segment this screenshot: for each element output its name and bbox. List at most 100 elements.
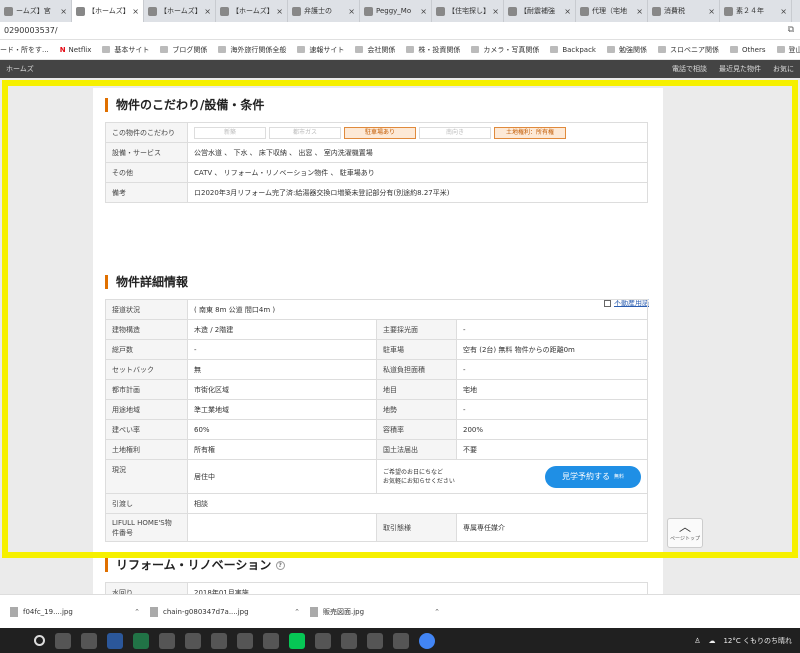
chip-list: 新築 都市ガス 駐車場あり 南向き 土地権利：所有権	[187, 122, 648, 143]
line-icon[interactable]	[289, 632, 305, 649]
contact-note-line: ご希望のお日にちなど	[383, 468, 444, 476]
page-top-button[interactable]: ︿ ページトップ	[667, 518, 703, 548]
bookmark-item[interactable]: 会社関係	[355, 45, 395, 55]
browser-tab[interactable]: 素２４年 ×	[720, 0, 792, 22]
weather-text[interactable]: 12°C くもりのち晴れ	[723, 636, 792, 646]
app-icon[interactable]	[185, 632, 201, 649]
bookmark-label: 株・投資関係	[418, 45, 461, 54]
task-view-icon[interactable]	[55, 632, 71, 649]
row-value: 200%	[456, 419, 648, 440]
app-icon[interactable]	[315, 632, 331, 649]
download-item[interactable]: chain-g080347d7a....jpg ⌃	[150, 606, 300, 617]
bookmark-item[interactable]: Backpack	[550, 46, 596, 54]
row-label: 引渡し	[105, 493, 188, 514]
chevron-up-icon[interactable]: ⌃	[434, 608, 440, 616]
bookmark-item[interactable]: Others	[729, 46, 766, 54]
file-icon	[150, 606, 158, 617]
app-icon[interactable]	[211, 632, 227, 649]
app-icon[interactable]	[81, 632, 97, 649]
close-icon[interactable]: ×	[276, 7, 283, 16]
browser-tab[interactable]: 代理（宅地 ×	[576, 0, 648, 22]
reserve-visit-button[interactable]: 見学予約する 無料	[545, 465, 641, 488]
bookmark-label: 勉強関係	[618, 45, 647, 54]
row-value: -	[456, 319, 648, 340]
app-icon[interactable]	[393, 632, 409, 649]
favicon-icon	[724, 6, 733, 16]
close-icon[interactable]: ×	[132, 7, 139, 16]
table-row: 総戸数 - 駐車場 空有 (2台) 無料 物件からの距離0m	[105, 339, 648, 360]
bookmark-item[interactable]: ード・所をす...	[0, 45, 49, 55]
bookmark-item[interactable]: 基本サイト	[102, 45, 149, 55]
chevron-up-icon[interactable]: ⌃	[294, 608, 300, 616]
table-row: 現況 居住中 ご希望のお日にちなど お気軽にお知らせください 見学予約する 無料	[105, 459, 648, 494]
app-icon[interactable]	[341, 632, 357, 649]
help-icon[interactable]: ?	[275, 561, 285, 570]
close-icon[interactable]: ×	[636, 7, 643, 16]
site-header-bar: ホームズ 電話で相談 最近見た物件 お気に	[0, 60, 800, 78]
close-icon[interactable]: ×	[204, 7, 211, 16]
row-label: 土地権利	[105, 439, 188, 460]
folder-icon	[657, 46, 666, 53]
row-label: 水回り	[105, 582, 188, 594]
browser-tab[interactable]: 【耐震補強 ×	[504, 0, 576, 22]
favicon-icon	[508, 6, 517, 16]
app-icon[interactable]	[367, 632, 383, 649]
favicon-icon	[4, 6, 13, 16]
app-icon[interactable]	[237, 632, 253, 649]
table-row: 用途地域 準工業地域 地勢 -	[105, 399, 648, 420]
app-icon[interactable]	[263, 632, 279, 649]
header-link-recent[interactable]: 最近見た物件	[719, 64, 761, 74]
browser-tab[interactable]: 【ホームズ】帯×	[216, 0, 288, 22]
browser-tab[interactable]: 【ホームズ】山×	[144, 0, 216, 22]
bookmark-label: Netflix	[68, 45, 92, 54]
row-value: -	[456, 359, 648, 380]
close-icon[interactable]: ×	[348, 7, 355, 16]
user-icon[interactable]: ♙	[694, 637, 700, 645]
close-icon[interactable]: ×	[60, 7, 67, 16]
browser-tab[interactable]: Peggy_Mo ×	[360, 0, 432, 22]
close-icon[interactable]: ×	[492, 7, 499, 16]
bookmark-label: 海外旅行関係全般	[230, 45, 287, 54]
address-bar[interactable]: 0290003537/ ⧉	[0, 22, 800, 40]
bookmark-item[interactable]: 速報サイト	[297, 45, 344, 55]
word-icon[interactable]	[107, 632, 123, 649]
bookmark-label: ブログ関係	[172, 45, 208, 54]
download-item[interactable]: f04fc_19....jpg ⌃	[10, 606, 140, 617]
favicon-icon	[580, 6, 589, 16]
favicon-icon	[76, 6, 85, 16]
close-icon[interactable]: ×	[564, 7, 571, 16]
bookmark-item[interactable]: 勉強関係	[606, 45, 647, 55]
bookmark-item[interactable]: 海外旅行関係全般	[218, 45, 286, 55]
header-link-favorites[interactable]: お気に	[773, 64, 794, 74]
browser-tab[interactable]: ームズ】宮 ×	[0, 0, 72, 22]
row-value: 60%	[187, 419, 377, 440]
bookmark-item[interactable]: ブログ関係	[160, 45, 207, 55]
close-icon[interactable]: ×	[780, 7, 787, 16]
download-item[interactable]: 販売図面.jpg ⌃	[310, 606, 440, 617]
download-filename: chain-g080347d7a....jpg	[163, 607, 249, 616]
browser-tab[interactable]: 弁護士の ×	[288, 0, 360, 22]
browser-tab[interactable]: 消費税 ×	[648, 0, 720, 22]
bookmark-item[interactable]: N Netflix	[60, 46, 92, 54]
row-label: 備考	[105, 182, 188, 203]
reserve-visit-label: 見学予約する	[561, 472, 610, 481]
header-link-call[interactable]: 電話で相談	[672, 64, 707, 74]
excel-icon[interactable]	[133, 632, 149, 649]
favicon-icon	[220, 6, 229, 16]
browser-tab[interactable]: 【住宅探し】 ×	[432, 0, 504, 22]
search-icon[interactable]	[34, 635, 45, 646]
bookmark-item[interactable]: 株・投資関係	[406, 45, 460, 55]
browser-tab[interactable]: 【ホームズ】中×	[72, 0, 144, 22]
chrome-icon[interactable]	[419, 632, 435, 649]
close-icon[interactable]: ×	[708, 7, 715, 16]
content-column: 物件のこだわり/設備・条件 この物件のこだわり 新築 都市ガス 駐車場あり 南向き 土地…	[93, 88, 663, 594]
bookmark-item[interactable]: カメラ・写真関係	[471, 45, 539, 55]
app-icon[interactable]	[159, 632, 175, 649]
close-icon[interactable]: ×	[420, 7, 427, 16]
bookmark-item[interactable]: 登山関	[776, 45, 800, 55]
bookmark-label: カメラ・写真関係	[483, 45, 540, 54]
row-label: 駐車場	[376, 339, 457, 360]
copy-icon[interactable]: ⧉	[788, 25, 794, 35]
bookmark-item[interactable]: スロベニア関係	[657, 45, 719, 55]
chevron-up-icon[interactable]: ⌃	[134, 608, 140, 616]
